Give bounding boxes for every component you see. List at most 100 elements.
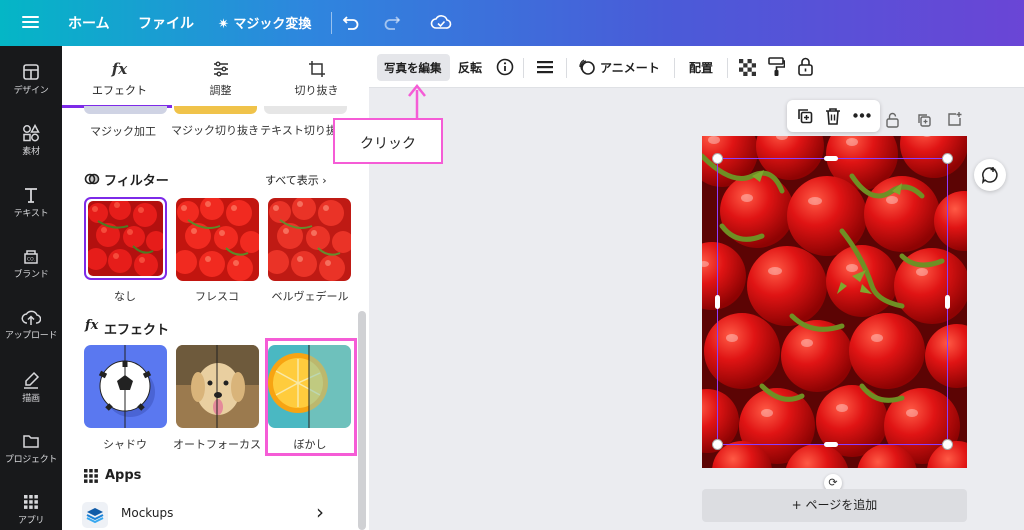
tomatoes-thumb-image [88, 201, 163, 276]
upload-icon [21, 310, 41, 325]
svg-text:CO.: CO. [27, 257, 35, 263]
copy-style-icon[interactable] [768, 57, 785, 77]
effect-shadow-thumb[interactable] [84, 345, 167, 428]
filter-none-thumb[interactable] [84, 197, 167, 280]
duplicate-page-icon[interactable] [916, 112, 932, 128]
magic-convert-label: マジック変換 [233, 17, 312, 32]
panel-scrollbar-thumb[interactable] [358, 311, 366, 530]
fx-icon: fx [111, 60, 128, 78]
border-style-icon[interactable] [536, 59, 554, 75]
resize-handle-bottom-right[interactable] [943, 440, 952, 449]
nav-item-projects[interactable]: プロジェクト [0, 432, 62, 465]
toolbar-divider [523, 58, 524, 78]
resize-handle-bottom[interactable] [824, 442, 838, 447]
nav-label: アップロード [4, 331, 58, 341]
nav-item-draw[interactable]: 描画 [0, 371, 62, 404]
position-button[interactable]: 配置 [689, 59, 713, 76]
fx-section-icon: fx [85, 318, 99, 333]
tab-crop[interactable]: 切り抜き [264, 46, 369, 108]
toolbar-divider [566, 58, 567, 78]
nav-label: ブランド [13, 270, 49, 280]
filter-belvedere-label: ベルヴェデール [271, 290, 349, 303]
flip-button[interactable]: 反転 [458, 59, 482, 76]
crop-icon [308, 61, 325, 77]
tab-adjust[interactable]: 調整 [168, 46, 273, 108]
transparency-icon[interactable] [739, 59, 756, 76]
animate-button[interactable]: アニメート [578, 57, 666, 79]
add-page-icon[interactable] [946, 111, 963, 128]
app-item-mockups[interactable]: Mockups › [80, 500, 348, 530]
nav-item-apps[interactable]: アプリ [0, 493, 62, 526]
brand-icon: CO. [24, 250, 38, 264]
resize-handle-right[interactable] [945, 295, 950, 309]
tab-effects[interactable]: fx エフェクト [67, 46, 172, 108]
resize-handle-top-left[interactable] [713, 154, 722, 163]
lock-icon[interactable] [797, 57, 814, 76]
nav-label: 描画 [22, 394, 40, 404]
left-nav: デザイン 素材 テキスト CO. ブランド アップロード 描画 プロジェクト ア… [0, 46, 62, 530]
top-bar: ホーム ファイル ✷ マジック変換 [0, 0, 1024, 46]
chevron-right-icon: › [316, 500, 324, 524]
callout-text: クリック [360, 136, 416, 152]
menu-icon[interactable] [22, 13, 39, 33]
selection-frame[interactable] [717, 158, 948, 445]
resize-handle-top-right[interactable] [943, 154, 952, 163]
nav-item-elements[interactable]: 素材 [0, 124, 62, 157]
edit-photo-label: 写真を編集 [384, 61, 442, 75]
effect-shadow-label: シャドウ [103, 438, 147, 451]
apps-icon [24, 495, 38, 509]
edit-photo-button[interactable]: 写真を編集 [377, 54, 450, 81]
effects-title: エフェクト [104, 323, 170, 338]
nav-label: アプリ [17, 516, 45, 526]
filter-belvedere-thumb[interactable] [268, 198, 351, 281]
text-icon [25, 188, 37, 203]
redo-icon[interactable] [383, 13, 401, 31]
dog-image [176, 345, 259, 428]
toolbar-divider [727, 58, 728, 78]
nav-item-upload[interactable]: アップロード [0, 308, 62, 341]
home-menu[interactable]: ホーム [68, 13, 110, 33]
folder-icon [23, 435, 39, 448]
apps-grid-icon [84, 469, 98, 483]
soccer-ball-image [84, 345, 167, 428]
more-options-icon[interactable] [853, 113, 871, 118]
nav-item-design[interactable]: デザイン [0, 63, 62, 96]
tomatoes-thumb-image [268, 198, 351, 281]
edit-image-panel: fx エフェクト 調整 切り抜き マジック加工 マジック切り抜き テキスト切り抜… [62, 46, 369, 530]
nav-item-brand[interactable]: CO. ブランド [0, 247, 62, 280]
resize-handle-bottom-left[interactable] [713, 440, 722, 449]
add-page-button[interactable]: + ページを追加 [702, 489, 967, 522]
nav-item-text[interactable]: テキスト [0, 186, 62, 219]
lock-page-icon[interactable] [885, 112, 900, 128]
filter-fresco-thumb[interactable] [176, 198, 259, 281]
text-grab-thumb[interactable] [264, 106, 347, 114]
filters-title: フィルター [104, 174, 169, 189]
see-all-label: すべて表示 [265, 174, 319, 187]
sliders-icon [213, 61, 228, 77]
filter-none-label: なし [114, 290, 136, 303]
tomatoes-thumb-image [176, 198, 259, 281]
magic-convert-menu[interactable]: ✷ マジック変換 [218, 13, 311, 32]
add-comment-button[interactable] [974, 159, 1006, 191]
magic-grab-thumb[interactable] [174, 106, 257, 114]
trash-icon[interactable] [825, 107, 841, 125]
effect-autofocus-thumb[interactable] [176, 345, 259, 428]
comment-plus-icon [981, 167, 998, 184]
nav-label: テキスト [13, 209, 49, 219]
nav-label: 素材 [22, 147, 40, 157]
filter-icon [84, 173, 100, 185]
click-callout: クリック [333, 118, 443, 164]
magic-edit-thumb[interactable] [84, 106, 167, 114]
layout-icon [23, 64, 39, 80]
file-menu[interactable]: ファイル [138, 13, 194, 33]
duplicate-icon[interactable] [796, 107, 814, 125]
app-name: Mockups [121, 506, 174, 520]
tab-label: 切り抜き [294, 84, 339, 97]
undo-icon[interactable] [342, 13, 360, 31]
cloud-saved-icon[interactable] [430, 12, 452, 32]
info-icon[interactable] [496, 58, 514, 76]
resize-handle-top[interactable] [824, 156, 838, 161]
resize-handle-left[interactable] [715, 295, 720, 309]
tab-label: 調整 [209, 84, 232, 97]
see-all-link[interactable]: すべて表示 › [265, 172, 327, 188]
